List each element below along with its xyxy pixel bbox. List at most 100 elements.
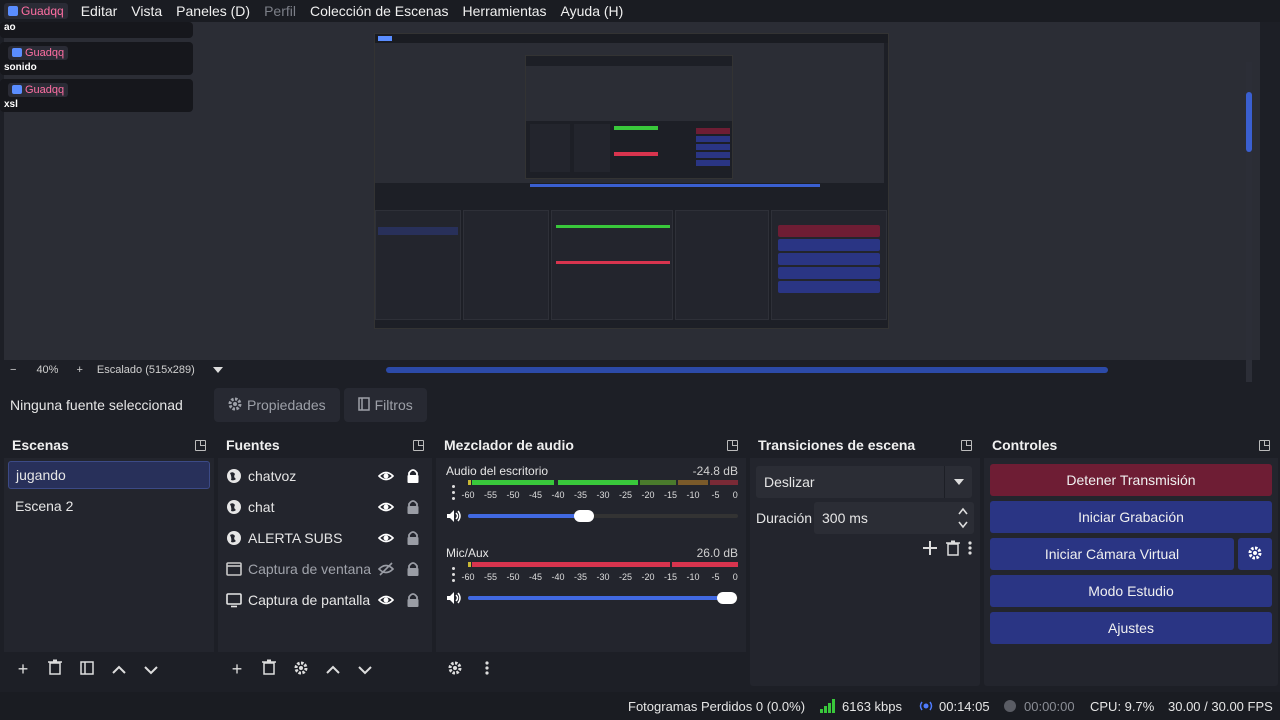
undock-icon[interactable]	[961, 439, 972, 451]
trash-icon[interactable]	[258, 659, 280, 680]
add-scene-icon[interactable]: +	[12, 659, 34, 680]
chevron-up-icon[interactable]	[322, 659, 344, 680]
undock-icon[interactable]	[1259, 439, 1270, 451]
duration-input[interactable]: 300 ms	[814, 502, 974, 534]
properties-label: Propiedades	[247, 397, 326, 413]
scene-item[interactable]: jugando	[8, 461, 210, 489]
trash-icon[interactable]	[44, 659, 66, 680]
transition-select[interactable]: Deslizar	[756, 466, 972, 498]
chevron-down-icon[interactable]	[944, 466, 972, 498]
unlock-icon[interactable]	[406, 592, 420, 608]
source-item-label: ALERTA SUBS	[248, 529, 343, 546]
source-item[interactable]: Captura de ventana	[218, 553, 432, 584]
channel-name: Audio del escritorio	[446, 464, 549, 478]
advanced-audio-gear-icon[interactable]	[444, 659, 466, 680]
spin-arrows-icon[interactable]	[958, 504, 968, 537]
menu-docks[interactable]: Paneles (D)	[169, 3, 257, 19]
eye-icon[interactable]	[377, 530, 395, 546]
mixer-title: Mezclador de audio	[444, 437, 574, 453]
source-item[interactable]: ALERTA SUBS	[218, 522, 432, 553]
scene-item[interactable]: Escena 2	[8, 492, 210, 520]
chat-user-badge: Guadqq	[8, 82, 69, 97]
scenes-dock: Escenas jugando Escena 2 +	[4, 432, 214, 686]
meter-ticks: -60 -55 -50 -45 -40 -35 -30 -25 -20 -15 -10 -5 0	[461, 572, 738, 582]
volume-fill	[468, 514, 585, 518]
eye-icon[interactable]	[377, 499, 395, 515]
eye-icon[interactable]	[377, 468, 395, 484]
unlock-icon[interactable]	[406, 499, 420, 515]
chat-user-name: Guadqq	[25, 46, 65, 59]
volume-knob[interactable]	[717, 592, 738, 604]
properties-button[interactable]: Propiedades	[214, 388, 340, 422]
add-source-icon[interactable]: +	[226, 659, 248, 680]
source-item[interactable]: chatvoz	[218, 460, 432, 491]
virtual-camera-settings-button[interactable]	[1238, 538, 1272, 570]
duration-value: 300 ms	[822, 510, 868, 526]
settings-button[interactable]: Ajustes	[990, 612, 1272, 644]
scale-dropdown-icon[interactable]	[212, 364, 223, 376]
channel-db: -24.8 dB	[692, 464, 738, 478]
scene-filter-icon[interactable]	[76, 659, 98, 680]
chevron-down-icon[interactable]	[140, 659, 162, 680]
chat-message-text: sonido	[4, 62, 37, 73]
streaming-icon	[918, 699, 934, 716]
transitions-title: Transiciones de escena	[758, 437, 916, 453]
record-time: 00:00:00	[1024, 699, 1075, 714]
lock-icon[interactable]	[406, 468, 420, 484]
start-recording-button[interactable]: Iniciar Grabación	[990, 501, 1272, 533]
more-vertical-icon[interactable]	[968, 540, 972, 561]
unlock-icon[interactable]	[406, 561, 420, 577]
menu-help[interactable]: Ayuda (H)	[554, 3, 631, 19]
undock-icon[interactable]	[727, 439, 738, 451]
preview-horizontal-scrollbar[interactable]	[386, 367, 1108, 373]
transition-select-value: Deslizar	[764, 474, 815, 490]
more-vertical-icon[interactable]	[452, 485, 456, 503]
preview-vertical-scrollbar[interactable]	[1246, 62, 1252, 382]
source-item[interactable]: chat	[218, 491, 432, 522]
chevron-up-icon[interactable]	[108, 659, 130, 680]
stop-streaming-button[interactable]: Detener Transmisión	[990, 464, 1272, 496]
transition-buttons	[922, 540, 972, 561]
globe-icon	[226, 499, 242, 515]
chat-message-text: xsl	[4, 99, 18, 110]
menu-profile[interactable]: Perfil	[257, 3, 303, 19]
menu-scene-collection[interactable]: Colección de Escenas	[303, 3, 456, 19]
mixer-dock-header: Mezclador de audio	[436, 432, 746, 458]
filters-button[interactable]: Filtros	[343, 388, 427, 422]
menu-view[interactable]: Vista	[124, 3, 169, 19]
chat-message: Guadqq xsl	[0, 79, 193, 112]
controls-dock-header: Controles	[984, 432, 1278, 458]
gear-icon[interactable]	[290, 659, 312, 680]
source-item[interactable]: Captura de pantalla	[218, 584, 432, 615]
status-bar: Fotogramas Perdidos 0 (0.0%) 6163 kbps 0…	[0, 692, 1280, 720]
speaker-icon[interactable]	[446, 591, 462, 605]
trash-icon[interactable]	[946, 540, 960, 561]
eye-slash-icon[interactable]	[377, 561, 395, 577]
volume-slider[interactable]	[446, 590, 746, 606]
more-vertical-icon[interactable]	[452, 567, 456, 585]
chat-user-badge: Guadqq	[8, 45, 69, 60]
start-virtual-camera-button[interactable]: Iniciar Cámara Virtual	[990, 538, 1234, 570]
properties-strip: Ninguna fuente seleccionad Propiedades F…	[0, 384, 1280, 426]
more-vertical-icon[interactable]	[476, 659, 498, 680]
undock-icon[interactable]	[195, 439, 206, 451]
zoom-out-button[interactable]: −	[10, 364, 16, 376]
speaker-icon[interactable]	[446, 509, 462, 523]
menu-tools[interactable]: Herramientas	[456, 3, 554, 19]
zoom-in-button[interactable]: +	[76, 364, 82, 376]
volume-knob[interactable]	[574, 510, 595, 522]
eye-icon[interactable]	[377, 592, 395, 608]
dropped-frames: Fotogramas Perdidos 0 (0.0%)	[628, 699, 806, 714]
sources-title: Fuentes	[226, 437, 280, 453]
chevron-down-icon[interactable]	[354, 659, 376, 680]
monitor-icon	[226, 592, 242, 608]
menu-edit[interactable]: Editar	[74, 3, 125, 19]
scenes-list: jugando Escena 2	[4, 458, 214, 652]
channel-db: 26.0 dB	[696, 546, 738, 560]
studio-mode-button[interactable]: Modo Estudio	[990, 575, 1272, 607]
add-transition-icon[interactable]	[922, 540, 938, 561]
undock-icon[interactable]	[413, 439, 424, 451]
volume-slider[interactable]	[446, 508, 746, 524]
unlock-icon[interactable]	[406, 530, 420, 546]
zoom-level: 40%	[36, 364, 59, 376]
